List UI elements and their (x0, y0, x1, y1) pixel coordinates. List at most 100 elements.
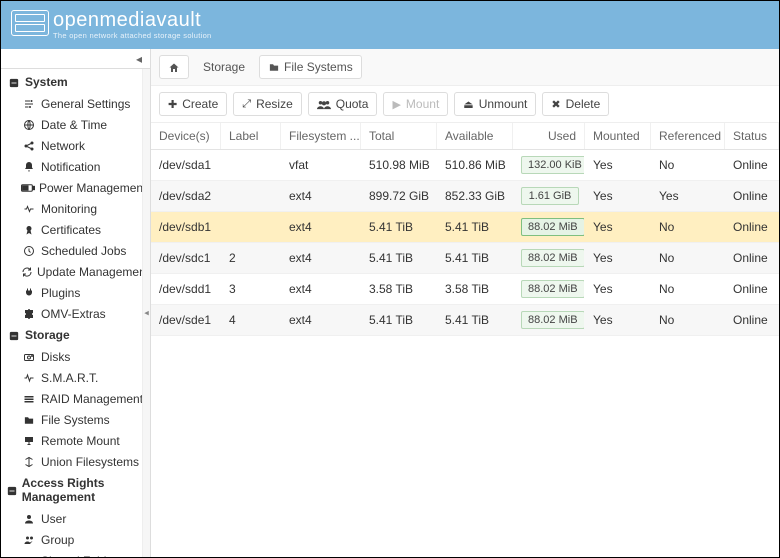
folder-icon (268, 60, 280, 74)
table-row[interactable]: /dev/sdc12ext45.41 TiB5.41 TiB88.02 MiBY… (151, 243, 779, 274)
bell-icon (21, 160, 37, 174)
cell-label: 3 (221, 276, 281, 302)
header-filesystem[interactable]: Filesystem ... (281, 123, 361, 149)
sidebar-group-access-rights-management[interactable]: Access Rights Management (1, 472, 150, 508)
sidebar-group-label: Storage (25, 328, 70, 342)
cell-device: /dev/sdc1 (151, 245, 221, 271)
used-badge: 88.02 MiB (521, 280, 585, 298)
cell-filesystem: ext4 (281, 214, 361, 240)
sidebar-collapse-side[interactable]: ◂ (142, 69, 150, 557)
sidebar-item-disks[interactable]: Disks (1, 346, 150, 367)
header-device[interactable]: Device(s) (151, 123, 221, 149)
folder-icon (21, 413, 37, 427)
sidebar-item-label: Notification (41, 160, 100, 174)
cell-used: 88.02 MiB (513, 243, 585, 273)
home-icon (168, 60, 180, 74)
table-row[interactable]: /dev/sda1vfat510.98 MiB510.86 MiB132.00 … (151, 150, 779, 181)
x-icon: ✖ (551, 98, 560, 111)
resize-button[interactable]: ⤢Resize (233, 92, 302, 116)
cell-available: 5.41 TiB (437, 307, 513, 333)
eject-icon: ⏏ (463, 98, 473, 111)
sidebar-item-label: Date & Time (41, 118, 107, 132)
table-row[interactable]: /dev/sdd13ext43.58 TiB3.58 TiB88.02 MiBY… (151, 274, 779, 305)
cell-mounted: Yes (585, 276, 651, 302)
table-row[interactable]: /dev/sdb1ext45.41 TiB5.41 TiB88.02 MiBYe… (151, 212, 779, 243)
table-row[interactable]: /dev/sda2ext4899.72 GiB852.33 GiB1.61 Gi… (151, 181, 779, 212)
hdd-icon (21, 350, 37, 364)
breadcrumb-home[interactable] (159, 55, 189, 79)
header-total[interactable]: Total (361, 123, 437, 149)
play-icon: ▶ (392, 98, 400, 111)
table-header: Device(s) Label Filesystem ... Total Ava… (151, 123, 779, 150)
delete-button[interactable]: ✖Delete (542, 92, 609, 116)
table-body: /dev/sda1vfat510.98 MiB510.86 MiB132.00 … (151, 150, 779, 336)
sidebar-item-scheduled-jobs[interactable]: Scheduled Jobs (1, 240, 150, 261)
breadcrumb-label: File Systems (284, 60, 353, 74)
sidebar-item-label: Certificates (41, 223, 101, 237)
used-badge: 88.02 MiB (521, 311, 585, 329)
create-button[interactable]: ✚Create (159, 92, 227, 116)
breadcrumb-storage[interactable]: Storage (195, 56, 253, 78)
breadcrumb-filesystems[interactable]: File Systems (259, 55, 362, 79)
sidebar-item-shared-folders[interactable]: Shared Folders (1, 550, 150, 557)
header-label[interactable]: Label (221, 123, 281, 149)
minus-icon (7, 483, 18, 497)
header-available[interactable]: Available (437, 123, 513, 149)
logo-subtitle: The open network attached storage soluti… (53, 31, 212, 40)
sidebar-collapse-top[interactable]: ◂ (1, 49, 150, 69)
cell-status: Online (725, 152, 779, 178)
sidebar-item-date-time[interactable]: Date & Time (1, 114, 150, 135)
sidebar-item-plugins[interactable]: Plugins (1, 282, 150, 303)
remote-icon (21, 434, 37, 448)
cell-total: 3.58 TiB (361, 276, 437, 302)
cell-referenced: No (651, 152, 725, 178)
used-badge: 132.00 KiB (521, 156, 585, 174)
unmount-button[interactable]: ⏏Unmount (454, 92, 536, 116)
sidebar-item-raid-management[interactable]: RAID Management (1, 388, 150, 409)
header-referenced[interactable]: Referenced (651, 123, 725, 149)
cell-label: 2 (221, 245, 281, 271)
cell-status: Online (725, 183, 779, 209)
used-badge: 88.02 MiB (521, 249, 585, 267)
chevron-left-icon: ◂ (144, 308, 149, 319)
table-row[interactable]: /dev/sde14ext45.41 TiB5.41 TiB88.02 MiBY… (151, 305, 779, 336)
sidebar-item-certificates[interactable]: Certificates (1, 219, 150, 240)
cell-total: 899.72 GiB (361, 183, 437, 209)
cell-referenced: No (651, 276, 725, 302)
header-mounted[interactable]: Mounted (585, 123, 651, 149)
sidebar-item-s-m-a-r-t-[interactable]: S.M.A.R.T. (1, 367, 150, 388)
sidebar-item-union-filesystems[interactable]: Union Filesystems (1, 451, 150, 472)
user-icon (21, 512, 37, 526)
cell-device: /dev/sda2 (151, 183, 221, 209)
cell-mounted: Yes (585, 307, 651, 333)
cell-available: 852.33 GiB (437, 183, 513, 209)
sidebar-item-remote-mount[interactable]: Remote Mount (1, 430, 150, 451)
sidebar-item-notification[interactable]: Notification (1, 156, 150, 177)
sidebar-group-system[interactable]: System (1, 71, 150, 93)
cell-filesystem: vfat (281, 152, 361, 178)
sidebar-item-file-systems[interactable]: File Systems (1, 409, 150, 430)
sidebar-item-user[interactable]: User (1, 508, 150, 529)
cell-device: /dev/sda1 (151, 152, 221, 178)
cell-filesystem: ext4 (281, 245, 361, 271)
header-used[interactable]: Used (513, 123, 585, 149)
cell-used: 132.00 KiB (513, 150, 585, 180)
sidebar-item-omv-extras[interactable]: OMV-Extras (1, 303, 150, 324)
sidebar-item-power-management[interactable]: Power Management (1, 177, 150, 198)
sidebar-item-monitoring[interactable]: Monitoring (1, 198, 150, 219)
quota-button[interactable]: Quota (308, 92, 378, 116)
sidebar-item-group[interactable]: Group (1, 529, 150, 550)
create-label: Create (182, 97, 218, 111)
sidebar-item-network[interactable]: Network (1, 135, 150, 156)
puzzle-icon (21, 307, 37, 321)
sidebar-item-general-settings[interactable]: General Settings (1, 93, 150, 114)
header-status[interactable]: Status (725, 123, 779, 149)
sidebar-group-storage[interactable]: Storage (1, 324, 150, 346)
pulse-icon (21, 371, 37, 385)
cell-available: 3.58 TiB (437, 276, 513, 302)
union-icon (21, 455, 37, 469)
sidebar-item-update-management[interactable]: Update Management (1, 261, 150, 282)
cell-available: 5.41 TiB (437, 245, 513, 271)
cell-used: 88.02 MiB (513, 274, 585, 304)
cell-referenced: No (651, 307, 725, 333)
